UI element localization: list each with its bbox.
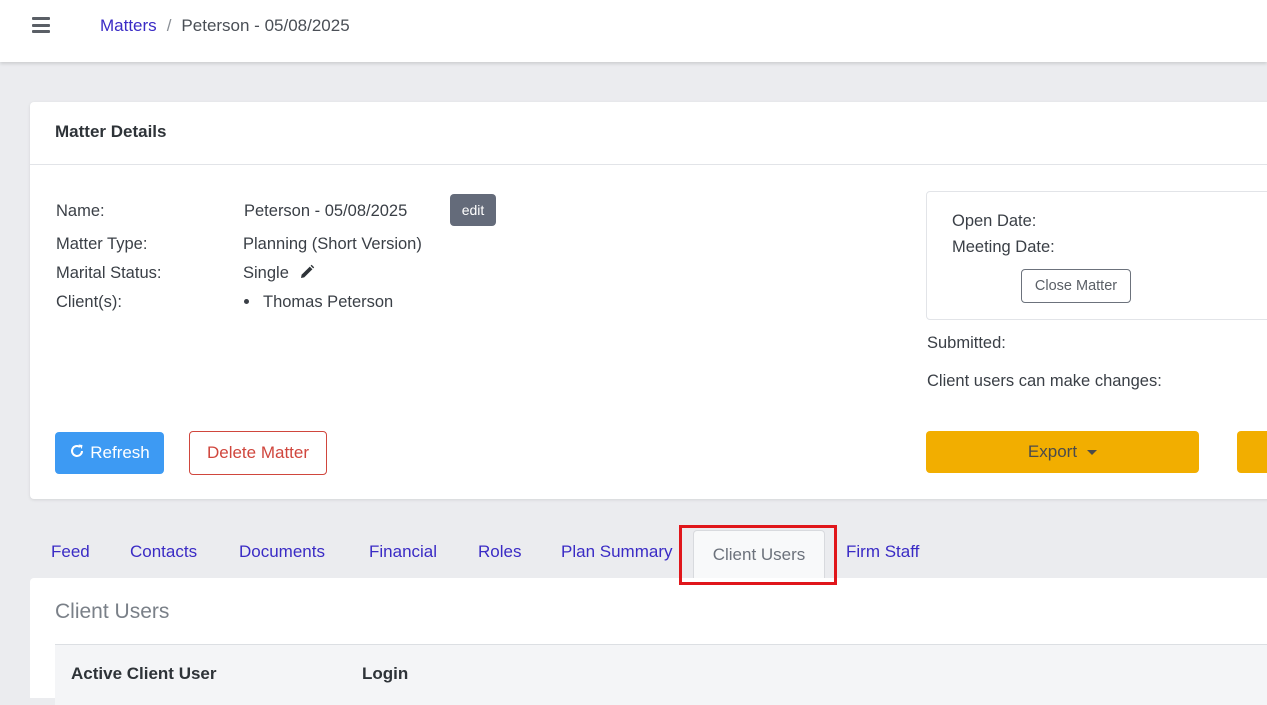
refresh-icon	[69, 443, 85, 464]
export-dropdown-button[interactable]: Export	[926, 431, 1199, 473]
refresh-button[interactable]: Refresh	[55, 432, 164, 474]
marital-status-label: Marital Status:	[56, 264, 162, 282]
table-header: Active Client User Login	[55, 645, 1267, 705]
tab-roles[interactable]: Roles	[478, 542, 521, 562]
meeting-date-label: Meeting Date:	[952, 238, 1055, 256]
tab-documents[interactable]: Documents	[239, 542, 325, 562]
name-label: Name:	[56, 202, 105, 220]
bullet-icon	[244, 299, 249, 304]
client-users-title: Client Users	[55, 600, 170, 623]
matter-type-value: Planning (Short Version)	[243, 235, 422, 253]
submitted-label: Submitted:	[927, 334, 1006, 352]
tab-financial[interactable]: Financial	[369, 542, 437, 562]
tab-feed[interactable]: Feed	[51, 542, 90, 562]
delete-matter-button[interactable]: Delete Matter	[189, 431, 327, 475]
client-name: Thomas Peterson	[263, 293, 394, 311]
tab-firm-staff[interactable]: Firm Staff	[846, 542, 919, 562]
column-header-active-client-user: Active Client User	[71, 664, 217, 683]
pencil-edit-icon[interactable]	[299, 264, 315, 285]
secondary-action-button[interactable]	[1237, 431, 1267, 473]
matter-details-card: Matter Details Name: Peterson - 05/08/20…	[30, 102, 1267, 499]
export-label: Export	[1027, 442, 1078, 461]
dates-box: Open Date: Meeting Date: Close Matter	[926, 191, 1267, 320]
column-header-login: Login	[362, 664, 409, 683]
refresh-label: Refresh	[90, 443, 150, 462]
clients-label: Client(s):	[56, 293, 123, 311]
close-matter-button[interactable]: Close Matter	[1021, 269, 1131, 303]
hamburger-menu-icon[interactable]	[32, 16, 50, 34]
breadcrumb-matters-link[interactable]: Matters	[100, 16, 157, 36]
matter-details-title: Matter Details	[30, 102, 1267, 165]
tab-contacts[interactable]: Contacts	[130, 542, 197, 562]
open-date-label: Open Date:	[952, 212, 1037, 230]
client-users-panel: Client Users Active Client User Login	[30, 578, 1267, 705]
name-value: Peterson - 05/08/2025	[244, 202, 408, 220]
marital-status-value: Single	[243, 264, 289, 282]
matter-type-label: Matter Type:	[56, 235, 148, 253]
edit-name-button[interactable]: edit	[450, 194, 496, 226]
client-list-item: Thomas Peterson	[244, 292, 393, 312]
breadcrumb: Matters / Peterson - 05/08/2025	[100, 16, 350, 36]
breadcrumb-current: Peterson - 05/08/2025	[181, 16, 350, 35]
tab-plan-summary[interactable]: Plan Summary	[561, 542, 672, 562]
marital-status-field: Single	[243, 263, 315, 285]
caret-down-icon	[1087, 449, 1098, 455]
top-bar: Matters / Peterson - 05/08/2025	[0, 0, 1267, 62]
breadcrumb-separator: /	[166, 16, 172, 35]
matter-tabs: Feed Contacts Documents Financial Roles …	[30, 530, 1267, 579]
client-changes-label: Client users can make changes:	[927, 372, 1162, 390]
tab-client-users[interactable]: Client Users	[693, 530, 825, 579]
